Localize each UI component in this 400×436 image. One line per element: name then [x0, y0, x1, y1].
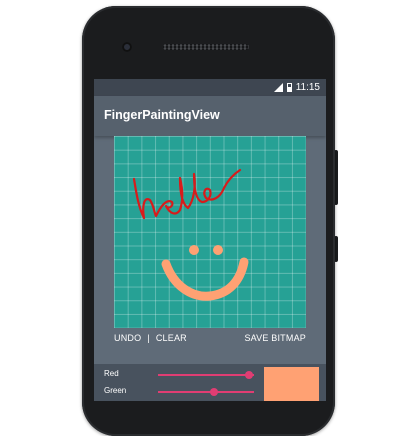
status-bar: 11:15 — [94, 79, 326, 96]
action-separator: | — [147, 333, 150, 343]
red-row: Red — [104, 369, 264, 383]
red-slider[interactable] — [158, 371, 254, 379]
painting-canvas[interactable] — [114, 136, 306, 328]
green-slider[interactable] — [158, 388, 254, 396]
undo-button[interactable]: UNDO — [114, 333, 141, 343]
smiley-left-eye — [189, 245, 199, 255]
smiley-mouth — [161, 257, 249, 301]
hello-stroke — [132, 168, 242, 220]
color-controls: Red Green — [94, 364, 326, 401]
green-slider-thumb[interactable] — [209, 388, 218, 396]
action-bar: UNDO | CLEAR SAVE BITMAP — [114, 333, 306, 347]
smiley-right-eye — [213, 245, 223, 255]
device-screen: 11:15 FingerPaintingView UNDO | CLEAR SA… — [94, 79, 326, 401]
signal-icon — [273, 83, 283, 92]
save-bitmap-button[interactable]: SAVE BITMAP — [244, 333, 306, 343]
green-row: Green — [104, 386, 264, 400]
earpiece-speaker — [163, 44, 249, 50]
status-time: 11:15 — [295, 82, 320, 93]
red-slider-thumb[interactable] — [245, 371, 254, 379]
color-preview-swatch — [264, 367, 319, 401]
green-label: Green — [104, 386, 127, 395]
clear-button[interactable]: CLEAR — [156, 333, 187, 343]
app-bar: FingerPaintingView — [94, 96, 326, 136]
battery-icon — [286, 83, 292, 92]
red-label: Red — [104, 369, 119, 378]
drawing-layer — [132, 168, 249, 301]
front-camera — [122, 42, 132, 52]
app-title: FingerPaintingView — [104, 108, 220, 122]
finger-painting-view[interactable] — [114, 136, 306, 328]
